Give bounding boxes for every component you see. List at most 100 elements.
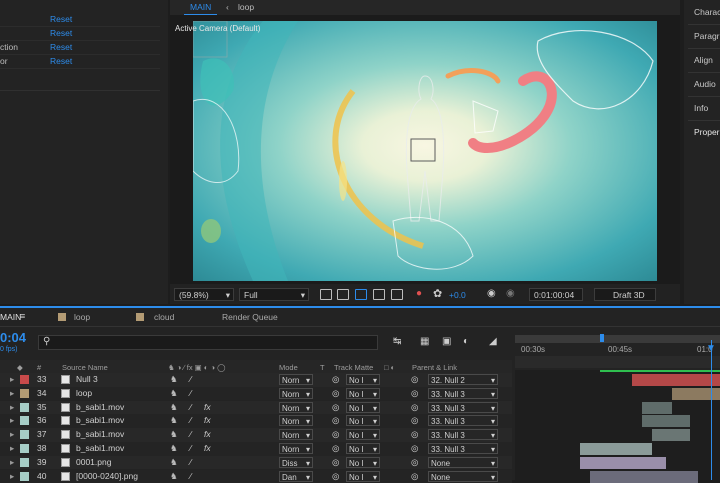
blend-mode-dropdown[interactable]: Norn ▾	[279, 415, 313, 427]
layer-duration-bar[interactable]	[652, 429, 690, 442]
motion-blur-icon[interactable]: ◐	[463, 336, 469, 347]
pick-whip-icon[interactable]: ◎	[411, 402, 418, 413]
layer-row[interactable]: ▸ 40 [0000-0240].png ♞ ∕ Dan ▾ ◎ No I ▾ ◎ None ▾	[0, 469, 512, 483]
frame-blending-icon[interactable]: ▣	[442, 336, 451, 347]
blend-mode-dropdown[interactable]: Norn ▾	[279, 429, 313, 441]
label-column-icon[interactable]: ◆	[17, 363, 23, 372]
layer-label-color[interactable]	[20, 375, 29, 384]
reset-link[interactable]: Reset	[50, 56, 72, 66]
composition-canvas[interactable]	[193, 21, 657, 281]
shy-icon[interactable]: ♞	[170, 429, 178, 440]
tab-cloud-comp[interactable]: cloud	[154, 312, 174, 322]
expand-arrow-icon[interactable]: ▸	[10, 415, 14, 426]
layer-name[interactable]: b_sabi1.mov	[76, 443, 124, 453]
fx-icon[interactable]: fx	[204, 429, 211, 439]
mask-visibility-icon[interactable]	[355, 289, 367, 300]
panel-paragraph[interactable]: Paragr	[694, 31, 720, 41]
guides-icon[interactable]	[373, 289, 385, 300]
link-icon[interactable]: ◎	[332, 457, 339, 468]
fx-icon[interactable]: fx	[204, 443, 211, 453]
reset-link[interactable]: Reset	[50, 42, 72, 52]
layer-duration-bar[interactable]	[632, 374, 720, 386]
expand-arrow-icon[interactable]: ▸	[10, 457, 14, 468]
pick-whip-icon[interactable]: ◎	[411, 443, 418, 454]
link-icon[interactable]: ◎	[332, 429, 339, 440]
tab-loop[interactable]: loop	[232, 0, 260, 14]
layer-name[interactable]: b_sabi1.mov	[76, 402, 124, 412]
panel-audio[interactable]: Audio	[694, 79, 716, 89]
panel-properties[interactable]: Proper	[694, 127, 720, 137]
layer-row[interactable]: ▸ 38 b_sabi1.mov ♞ ∕ fx Norn ▾ ◎ No I ▾ ◎ 33. Null 3…	[0, 442, 512, 456]
layer-label-color[interactable]	[20, 416, 29, 426]
expand-arrow-icon[interactable]: ▸	[10, 429, 14, 440]
quality-icon[interactable]: ∕	[190, 471, 191, 481]
pick-whip-icon[interactable]: ◎	[411, 388, 418, 399]
panel-info[interactable]: Info	[694, 103, 708, 113]
track-matte-dropdown[interactable]: No I ▾	[346, 415, 380, 427]
track-matte-dropdown[interactable]: No I ▾	[346, 429, 380, 441]
reset-link[interactable]: Reset	[50, 14, 72, 24]
layer-row[interactable]: ▸ 35 b_sabi1.mov ♞ ∕ fx Norn ▾ ◎ No I ▾ ◎ 33. Null 3…	[0, 400, 512, 415]
layer-duration-bar[interactable]	[590, 470, 698, 483]
fx-icon[interactable]: fx	[204, 402, 211, 412]
shy-icon[interactable]: ♞	[170, 374, 178, 385]
quality-icon[interactable]: ∕	[190, 402, 191, 412]
resolution-dropdown[interactable]: Full ▾	[239, 288, 309, 301]
tab-main-comp[interactable]: MAIN	[0, 312, 21, 322]
renderer-button[interactable]: Draft 3D	[594, 288, 656, 301]
playhead-icon[interactable]: ▼	[706, 343, 716, 354]
layer-label-color[interactable]	[20, 430, 29, 440]
link-icon[interactable]: ◎	[332, 415, 339, 426]
tab-render-queue[interactable]: Render Queue	[222, 312, 278, 322]
layer-label-color[interactable]	[20, 388, 29, 398]
comp-flowchart-icon[interactable]: ↹	[393, 336, 401, 347]
parent-dropdown[interactable]: 33. Null 3 ▾	[428, 387, 498, 399]
current-time-display[interactable]: 0:01:00:04	[529, 288, 583, 301]
quality-icon[interactable]: ∕	[190, 457, 191, 467]
snapshot-icon[interactable]: ◉	[487, 288, 496, 299]
quality-icon[interactable]: ∕	[190, 388, 191, 398]
layer-row[interactable]: ▸ 34 loop ♞ ∕ Norn ▾ ◎ No I ▾ ◎ 33. Null 3 ▾	[0, 386, 512, 401]
layer-duration-bar[interactable]	[580, 443, 652, 455]
blend-mode-dropdown[interactable]: Norn ▾	[279, 387, 313, 399]
panel-align[interactable]: Align	[694, 55, 713, 65]
draft-3d-icon[interactable]: ▦	[420, 336, 429, 347]
layer-name[interactable]: Null 3	[76, 374, 98, 384]
parent-dropdown[interactable]: 33. Null 3 ▾	[428, 401, 498, 413]
layer-duration-bar[interactable]	[672, 387, 720, 400]
expand-arrow-icon[interactable]: ▸	[10, 443, 14, 454]
track-matte-dropdown[interactable]: No I ▾	[346, 374, 380, 385]
reset-link[interactable]: Reset	[50, 28, 72, 38]
pick-whip-icon[interactable]: ◎	[411, 374, 418, 385]
tab-loop-comp[interactable]: loop	[74, 312, 90, 322]
menu-icon[interactable]: ≡	[20, 311, 25, 321]
layer-search-input[interactable]: ⚲	[38, 335, 378, 350]
layer-name[interactable]: [0000-0240].png	[76, 471, 138, 481]
layer-row[interactable]: ▸ 39 0001.png ♞ ∕ Diss ▾ ◎ No I ▾ ◎ None ▾	[0, 455, 512, 470]
playhead-line[interactable]	[711, 340, 712, 480]
show-snapshot-icon[interactable]: ◉	[506, 288, 515, 299]
fx-icon[interactable]: fx	[204, 415, 211, 425]
shy-icon[interactable]: ♞	[170, 402, 178, 413]
layer-duration-bar[interactable]	[642, 401, 672, 414]
link-icon[interactable]: ◎	[332, 443, 339, 454]
shy-icon[interactable]: ♞	[170, 457, 178, 468]
layer-row[interactable]: ▸ 36 b_sabi1.mov ♞ ∕ fx Norn ▾ ◎ No I ▾ ◎ 33. Null 3…	[0, 414, 512, 428]
exposure-reset-icon[interactable]: ✿	[433, 287, 442, 300]
exposure-value[interactable]: +0.0	[449, 290, 466, 300]
parent-dropdown[interactable]: 33. Null 3 ▾	[428, 415, 498, 427]
track-matte-dropdown[interactable]: No I ▾	[346, 387, 380, 399]
layer-row[interactable]: ▸ 37 b_sabi1.mov ♞ ∕ fx Norn ▾ ◎ No I ▾ ◎ 33. Null 3…	[0, 428, 512, 442]
shy-icon[interactable]: ♞	[170, 443, 178, 454]
link-icon[interactable]: ◎	[332, 374, 339, 385]
panel-character[interactable]: Charac	[694, 7, 720, 17]
parent-dropdown[interactable]: None ▾	[428, 456, 498, 468]
zoom-dropdown[interactable]: (59.8%) ▾	[174, 288, 234, 301]
layer-row[interactable]: ▸ 33 Null 3 ♞ ∕ Norn ▾ ◎ No I ▾ ◎ 32. Null 2 ▾	[0, 373, 512, 387]
pick-whip-icon[interactable]: ◎	[411, 415, 418, 426]
layer-label-color[interactable]	[20, 402, 29, 412]
track-matte-dropdown[interactable]: No I ▾	[346, 443, 380, 454]
parent-dropdown[interactable]: 33. Null 3 ▾	[428, 429, 498, 441]
region-of-interest-icon[interactable]	[320, 289, 332, 300]
expand-arrow-icon[interactable]: ▸	[10, 402, 14, 413]
